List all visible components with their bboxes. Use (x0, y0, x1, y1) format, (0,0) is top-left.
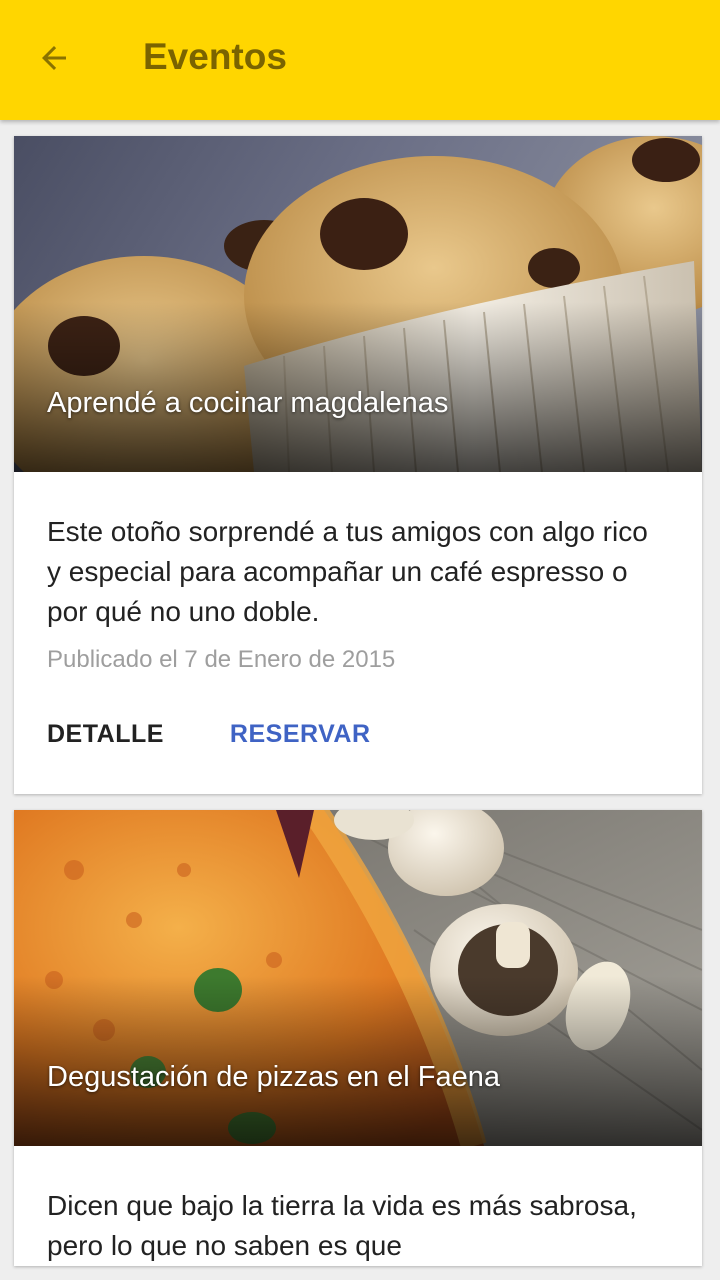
card-actions: DETALLE RESERVAR (14, 674, 702, 794)
card-body: Dicen que bajo la tierra la vida es más … (14, 1146, 702, 1266)
page-title: Eventos (143, 36, 287, 77)
events-feed: Aprendé a cocinar magdalenas Este otoño … (14, 136, 702, 1280)
event-description: Este otoño sorprendé a tus amigos con al… (47, 516, 648, 627)
event-card: Aprendé a cocinar magdalenas Este otoño … (14, 136, 702, 794)
detail-button[interactable]: DETALLE (47, 720, 164, 749)
event-image[interactable]: Aprendé a cocinar magdalenas (14, 136, 702, 472)
event-title: Degustación de pizzas en el Faena (47, 1061, 501, 1093)
reserve-button[interactable]: RESERVAR (230, 720, 371, 749)
event-title: Aprendé a cocinar magdalenas (47, 387, 449, 419)
event-description: Dicen que bajo la tierra la vida es más … (47, 1190, 637, 1261)
back-button[interactable] (30, 34, 78, 82)
app-bar: Eventos (0, 0, 720, 120)
publish-date: Publicado el 7 de Enero de 2015 (47, 646, 396, 673)
arrow-back-icon (42, 46, 66, 70)
event-card: Degustación de pizzas en el Faena Dicen … (14, 810, 702, 1266)
event-image[interactable]: Degustación de pizzas en el Faena (14, 810, 702, 1146)
card-body: Este otoño sorprendé a tus amigos con al… (14, 472, 702, 674)
